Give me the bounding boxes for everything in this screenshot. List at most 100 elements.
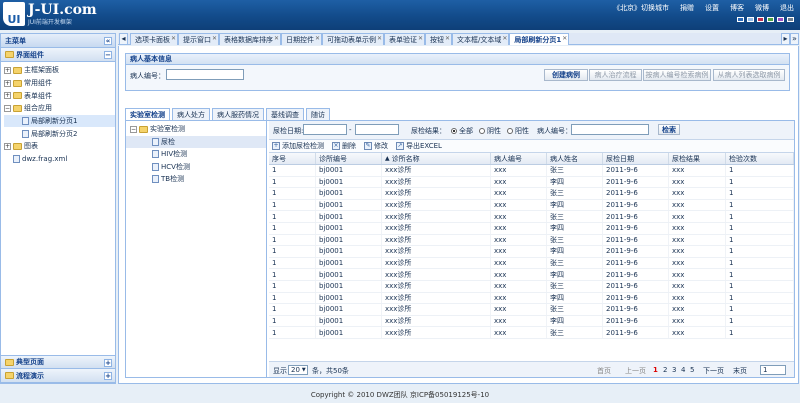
col-test-result[interactable]: 尿检结果: [669, 153, 726, 164]
search-button[interactable]: 检索: [658, 124, 680, 135]
search-patient-input[interactable]: [571, 124, 649, 135]
goto-page-input[interactable]: 1: [760, 365, 786, 375]
close-icon[interactable]: ✕: [212, 35, 217, 42]
tree-item-form[interactable]: + 表单组件: [4, 89, 115, 102]
page-2[interactable]: 2: [663, 366, 667, 374]
close-icon[interactable]: ✕: [445, 35, 450, 42]
tree-item-refresh2[interactable]: 局部刷新分页2: [4, 127, 115, 140]
subtab-followup[interactable]: 随访: [306, 108, 330, 120]
col-test-date[interactable]: 尿检日期: [603, 153, 669, 164]
plus-icon[interactable]: +: [104, 372, 112, 380]
add-urine-test-button[interactable]: + 添加尿检检测: [272, 141, 324, 151]
table-row[interactable]: 1 bj0001 xxx诊所 xxx 李四 2011-9-6 xxx 1: [269, 246, 794, 258]
col-test-count[interactable]: 检验次数: [726, 153, 794, 164]
collapse-icon[interactable]: −: [130, 125, 137, 133]
patient-id-input[interactable]: [166, 69, 244, 80]
collapse-icon[interactable]: «: [104, 37, 112, 45]
theme-swatch[interactable]: #6f7f91: [787, 17, 794, 22]
table-row[interactable]: 1 bj0001 xxx诊所 xxx 张三 2011-9-6 xxx 1: [269, 165, 794, 177]
collapse-icon[interactable]: −: [4, 104, 11, 112]
first-page-button[interactable]: 首页: [597, 366, 611, 376]
table-row[interactable]: 1 bj0001 xxx诊所 xxx 张三 2011-9-6 xxx 1: [269, 257, 794, 270]
table-row[interactable]: 1 bj0001 xxx诊所 xxx 张三 2011-9-6 xxx 1: [269, 211, 794, 223]
tree-item-refresh1[interactable]: 局部刷新分页1: [4, 114, 115, 128]
table-row[interactable]: 1 bj0001 xxx诊所 xxx 张三 2011-9-6 xxx 1: [269, 188, 794, 200]
plus-icon[interactable]: +: [104, 359, 112, 367]
lab-tree-root[interactable]: − 实验室检测: [126, 123, 266, 136]
expand-icon[interactable]: +: [4, 66, 11, 74]
page-1[interactable]: 1: [653, 366, 658, 374]
table-row[interactable]: 1 bj0001 xxx诊所 xxx 张三 2011-9-6 xxx 1: [269, 304, 794, 316]
close-icon[interactable]: ✕: [418, 35, 423, 42]
expand-icon[interactable]: +: [4, 79, 11, 87]
col-patient-name[interactable]: 病人姓名: [547, 153, 603, 164]
export-excel-button[interactable]: ↗ 导出EXCEL: [396, 141, 442, 151]
tab-5[interactable]: 表单验证 ✕: [384, 33, 425, 45]
tab-3[interactable]: 日期控件 ✕: [281, 33, 322, 45]
tab-list-icon[interactable]: »: [790, 33, 799, 45]
page-4[interactable]: 4: [681, 366, 685, 374]
close-icon[interactable]: ✕: [562, 35, 567, 42]
table-row[interactable]: 1 bj0001 xxx诊所 xxx 李四 2011-9-6 xxx 1: [269, 315, 794, 328]
close-icon[interactable]: ✕: [502, 35, 507, 42]
col-clinic-id[interactable]: 诊所编号: [316, 153, 382, 164]
expand-icon[interactable]: +: [4, 92, 11, 100]
theme-swatch[interactable]: #c03050: [757, 17, 764, 22]
tree-item-chart[interactable]: + 图表: [4, 140, 115, 153]
accordion-ui-components[interactable]: 界面组件 −: [1, 48, 115, 62]
radio-all[interactable]: 全部: [451, 126, 473, 136]
accordion-typical-pages[interactable]: 典型页面 +: [1, 355, 115, 369]
col-seq[interactable]: 序号: [269, 153, 316, 164]
lab-tree-tb[interactable]: TB检测: [126, 173, 266, 186]
next-page-button[interactable]: 下一页: [703, 366, 724, 376]
close-icon[interactable]: ✕: [171, 35, 176, 42]
theme-swatch[interactable]: #4fa542: [767, 17, 774, 22]
tab-8[interactable]: 局部刷新分页1 ✕: [509, 33, 570, 45]
table-row[interactable]: 1 bj0001 xxx诊所 xxx 李四 2011-9-6 xxx 1: [269, 222, 794, 235]
col-patient-id[interactable]: 病人编号: [491, 153, 547, 164]
create-case-button[interactable]: 创建病例: [544, 69, 588, 81]
subtab-medication[interactable]: 病人服药情况: [212, 108, 264, 120]
last-page-button[interactable]: 末页: [733, 366, 747, 376]
table-row[interactable]: 1 bj0001 xxx诊所 xxx 张三 2011-9-6 xxx 1: [269, 234, 794, 247]
tree-item-combo[interactable]: − 组合应用: [4, 102, 115, 115]
minus-icon[interactable]: −: [104, 51, 112, 59]
col-clinic-name[interactable]: ▲ 诊所名称: [382, 153, 491, 164]
date-to-input[interactable]: [355, 124, 399, 135]
page-3[interactable]: 3: [672, 366, 676, 374]
subtab-prescription[interactable]: 病人处方: [172, 108, 210, 120]
expand-icon[interactable]: +: [4, 142, 11, 150]
edit-button[interactable]: ✎ 修改: [364, 141, 388, 151]
prev-page-button[interactable]: 上一页: [625, 366, 646, 376]
table-row[interactable]: 1 bj0001 xxx诊所 xxx 李四 2011-9-6 xxx 1: [269, 292, 794, 305]
table-row[interactable]: 1 bj0001 xxx诊所 xxx 李四 2011-9-6 xxx 1: [269, 176, 794, 189]
table-row[interactable]: 1 bj0001 xxx诊所 xxx 李四 2011-9-6 xxx 1: [269, 199, 794, 212]
subtab-baseline[interactable]: 基线调查: [266, 108, 304, 120]
subtab-lab[interactable]: 实验室检测: [125, 108, 170, 120]
theme-swatch[interactable]: #2a69b8: [737, 17, 744, 22]
tab-1[interactable]: 提示窗口 ✕: [178, 33, 219, 45]
delete-button[interactable]: × 删除: [332, 141, 356, 151]
radio-positive[interactable]: 阳性: [507, 126, 529, 136]
tab-4[interactable]: 可拖动表单示例 ✕: [322, 33, 384, 45]
scroll-right-icon[interactable]: ▸: [781, 33, 790, 45]
weibo-link[interactable]: 微博: [755, 3, 769, 13]
tree-item-xml[interactable]: dwz.frag.xml: [4, 153, 115, 166]
page-size-select[interactable]: 20 ▼: [288, 365, 308, 375]
settings-link[interactable]: 设置: [705, 3, 719, 13]
close-icon[interactable]: ✕: [377, 35, 382, 42]
tree-item-common[interactable]: + 常用组件: [4, 77, 115, 90]
treatment-flow-button[interactable]: 病人治疗流程: [589, 69, 642, 81]
theme-swatch[interactable]: #9a4fc0: [777, 17, 784, 22]
tab-2[interactable]: 表格数据库排序 ✕: [219, 33, 281, 45]
lab-tree-hcv[interactable]: HCV检测: [126, 161, 266, 174]
tree-item-main-frame[interactable]: + 主框架面板: [4, 64, 115, 77]
lab-tree-hiv[interactable]: HIV检测: [126, 148, 266, 161]
tab-7[interactable]: 文本框/文本域 ✕: [452, 33, 510, 45]
table-row[interactable]: 1 bj0001 xxx诊所 xxx 张三 2011-9-6 xxx 1: [269, 280, 794, 293]
table-row[interactable]: 1 bj0001 xxx诊所 xxx 李四 2011-9-6 xxx 1: [269, 269, 794, 281]
donate-link[interactable]: 捐赠: [680, 3, 694, 13]
search-by-id-button[interactable]: 按病人编号检索病例: [643, 69, 711, 81]
blog-link[interactable]: 博客: [730, 3, 744, 13]
tab-6[interactable]: 按钮 ✕: [425, 33, 452, 45]
